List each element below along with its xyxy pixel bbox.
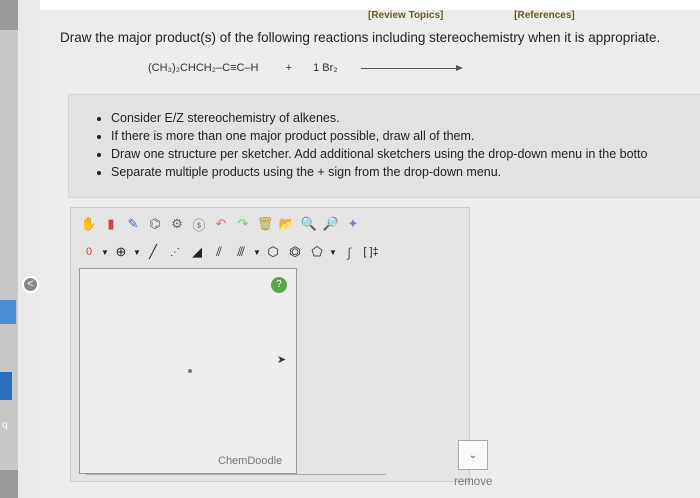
top-bar (40, 0, 700, 10)
chain-template-icon[interactable]: ⚙ (167, 214, 187, 234)
ring-hexagon-icon[interactable]: ⬡ (263, 242, 283, 262)
reaction-arrow-icon (360, 64, 463, 71)
help-icon[interactable]: ? (271, 277, 287, 293)
fragment-icon[interactable]: ∫ (339, 242, 359, 262)
chevron-down-icon[interactable]: ▼ (329, 242, 337, 262)
ring-template-icon[interactable]: ⌬ (145, 214, 165, 234)
plus-sign: + (285, 62, 292, 74)
ring-benzene-icon[interactable]: ⏣ (285, 242, 305, 262)
canvas-dot (188, 369, 192, 373)
stereo-bond-icon[interactable]: ⋰ (165, 242, 185, 262)
clear-icon[interactable]: 🗑 (255, 214, 275, 234)
chevron-down-icon[interactable]: ▼ (101, 242, 109, 262)
triple-bond-icon[interactable]: ⫻ (231, 242, 251, 262)
left-panel-highlight-2 (0, 372, 12, 400)
open-icon[interactable]: 📂 (277, 214, 297, 234)
add-sketcher-dropdown[interactable]: ⌄ (458, 440, 488, 470)
drawing-canvas[interactable]: ? ➤ ChemDoodle (79, 268, 297, 474)
pencil-icon[interactable]: ✎ (123, 214, 143, 234)
mouse-cursor-icon: ➤ (277, 354, 287, 366)
reactant-formula: (CH₃)₂CHCH₂–C≡C–H (148, 62, 259, 74)
sketcher-toolbar-bottom: 0 ▼ ⊕ ▼ ╱ ⋰ ◢ ⫽ ⫻ ▼ ⬡ ⏣ ⬠ ▼ ∫ [ ]‡ (79, 242, 383, 262)
hand-icon[interactable]: ✋ (79, 214, 99, 234)
chevron-down-icon[interactable]: ▼ (133, 242, 141, 262)
ring-pentagon-icon[interactable]: ⬠ (307, 242, 327, 262)
redo-icon[interactable]: ↷ (233, 214, 253, 234)
reagent-formula: 1 Br₂ (313, 62, 338, 74)
eraser-icon[interactable]: ▮ (101, 214, 121, 234)
zoom-in-icon[interactable]: 🔍 (299, 214, 319, 234)
sketcher-toolbar-top: ✋ ▮ ✎ ⌬ ⚙ ⓢ ↶ ↷ 🗑 📂 🔍 🔎 ✦ (79, 214, 365, 234)
single-bond-icon[interactable]: ╱ (143, 242, 163, 262)
question-page: [Review Topics] [References] Draw the ma… (40, 0, 700, 498)
chemdoodle-sketcher: ✋ ▮ ✎ ⌬ ⚙ ⓢ ↶ ↷ 🗑 📂 🔍 🔎 ✦ 0 ▼ ⊕ ▼ ╱ ⋰ ◢ … (70, 207, 470, 482)
lasso-icon[interactable]: ⓢ (189, 214, 209, 234)
undo-icon[interactable]: ↶ (211, 214, 231, 234)
left-panel-edge: q (0, 0, 18, 498)
add-atom-button[interactable]: ⊕ (111, 242, 131, 262)
chevron-down-icon[interactable]: ▼ (253, 242, 261, 262)
chemdoodle-watermark: ChemDoodle (218, 455, 283, 467)
sketcher-divider (86, 474, 386, 475)
hint-item: Draw one structure per sketcher. Add add… (111, 145, 700, 163)
clean-icon[interactable]: ✦ (343, 214, 363, 234)
review-topics-link[interactable]: [Review Topics] (368, 10, 443, 21)
charge-selector[interactable]: 0 (79, 242, 99, 262)
collapse-button[interactable]: < (22, 276, 39, 293)
hint-item: Separate multiple products using the + s… (111, 163, 700, 181)
references-link[interactable]: [References] (514, 10, 575, 21)
zoom-out-icon[interactable]: 🔎 (321, 214, 341, 234)
remove-link[interactable]: remove (454, 476, 492, 488)
bracket-icon[interactable]: [ ]‡ (361, 242, 381, 262)
left-panel-number: q (2, 420, 8, 431)
hints-box: Consider E/Z stereochemistry of alkenes.… (68, 94, 700, 198)
reaction-equation: (CH₃)₂CHCH₂–C≡C–H + 1 Br₂ (148, 62, 463, 74)
double-bond-icon[interactable]: ⫽ (209, 242, 229, 262)
wedge-bond-icon[interactable]: ◢ (187, 242, 207, 262)
question-instruction: Draw the major product(s) of the followi… (60, 30, 661, 45)
question-links: [Review Topics] [References] (368, 10, 643, 21)
left-panel-strip (0, 30, 18, 470)
hint-item: If there is more than one major product … (111, 127, 700, 145)
chevron-down-icon: ⌄ (468, 449, 478, 461)
left-panel-highlight (0, 300, 16, 324)
hint-item: Consider E/Z stereochemistry of alkenes. (111, 109, 700, 127)
